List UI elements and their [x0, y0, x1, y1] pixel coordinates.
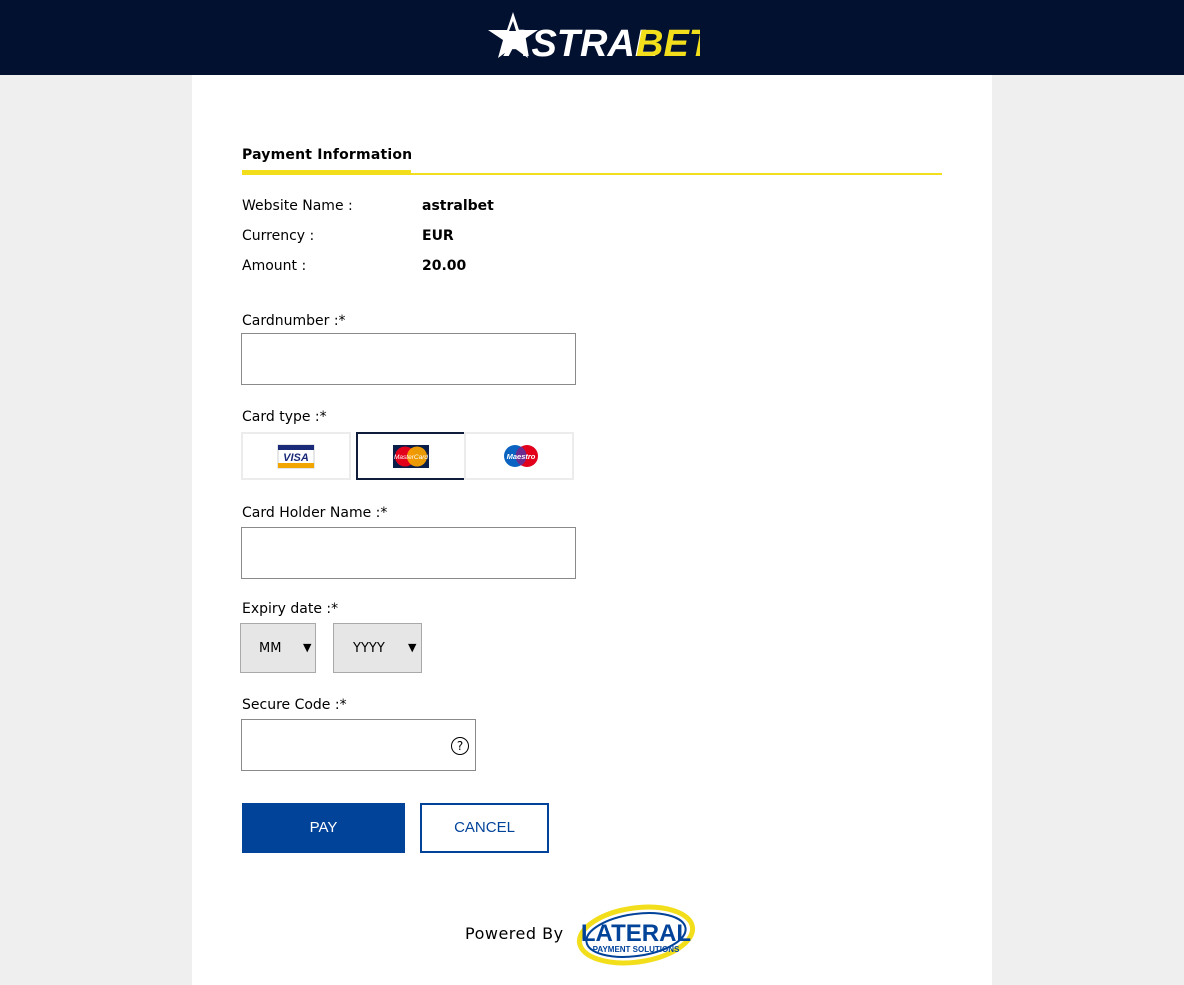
help-icon[interactable]: ? [451, 737, 469, 755]
cardnumber-label: Cardnumber :* [242, 313, 346, 329]
holder-label: Card Holder Name :* [242, 505, 388, 521]
expiry-month-select[interactable]: MM ▼ [240, 623, 316, 673]
secure-code-input[interactable]: ? [241, 719, 476, 771]
cancel-button[interactable]: CANCEL [420, 803, 549, 853]
powered-by-text: Powered By [465, 924, 564, 943]
card-holder-input[interactable] [241, 527, 576, 579]
info-label: Amount : [242, 258, 307, 274]
lateral-logo: LATERAL PAYMENT SOLUTIONS [576, 904, 696, 966]
chevron-down-icon: ▼ [408, 641, 417, 654]
expiry-year-select[interactable]: YYYY ▼ [333, 623, 422, 673]
secure-code-label: Secure Code :* [242, 697, 347, 713]
provider-name: LATERAL [581, 920, 691, 947]
maestro-icon: Maestro [504, 445, 538, 467]
mastercard-text: MasterCard [394, 454, 428, 461]
pay-button[interactable]: PAY [242, 803, 405, 853]
section-title: Payment Information [242, 147, 413, 163]
astralbet-logo[interactable]: ASTRAL BET [486, 12, 700, 58]
payment-panel: Payment Information Website Name : astra… [192, 75, 992, 985]
visa-text: VISA [283, 452, 309, 464]
expiry-label: Expiry date :* [242, 601, 339, 617]
expiry-year-value: YYYY [353, 641, 385, 656]
expiry-month-value: MM [259, 641, 282, 656]
visa-icon: VISA [277, 444, 315, 469]
info-value: EUR [422, 228, 454, 244]
card-option-maestro[interactable]: Maestro [464, 432, 574, 480]
info-label: Currency : [242, 228, 315, 244]
provider-tagline: PAYMENT SOLUTIONS [593, 945, 680, 954]
chevron-down-icon: ▼ [303, 641, 312, 654]
card-option-mastercard[interactable]: MasterCard [356, 432, 466, 480]
brand-name-yellow: BET [636, 23, 700, 58]
cardtype-label: Card type :* [242, 409, 327, 425]
info-value: astralbet [422, 198, 494, 214]
info-label: Website Name : [242, 198, 353, 214]
cardnumber-input[interactable] [241, 333, 576, 385]
card-option-visa[interactable]: VISA [241, 432, 351, 480]
brand-name-white: ASTRAL [503, 23, 658, 58]
section-title-underline [242, 170, 411, 175]
mastercard-icon: MasterCard [393, 445, 429, 468]
maestro-text: Maestro [507, 452, 536, 461]
info-value: 20.00 [422, 258, 467, 274]
top-header-bar: ASTRAL BET [0, 0, 1184, 75]
